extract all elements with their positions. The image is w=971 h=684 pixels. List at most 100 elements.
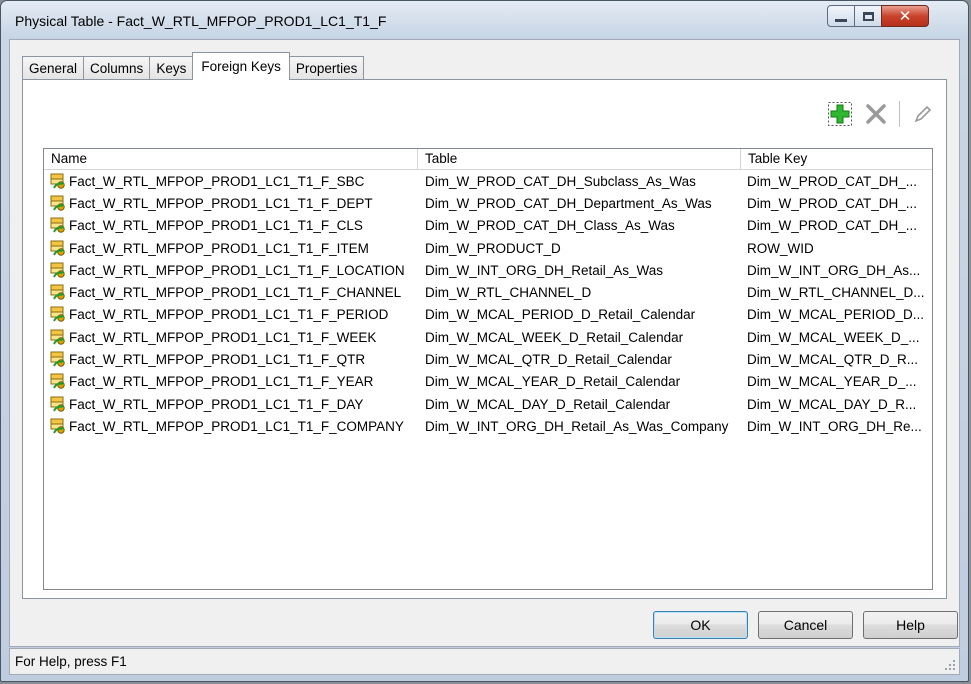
- window-title: Physical Table - Fact_W_RTL_MFPOP_PROD1_…: [15, 13, 387, 29]
- row-name-text: Fact_W_RTL_MFPOP_PROD1_LC1_T1_F_DAY: [69, 396, 364, 412]
- table-row[interactable]: Fact_W_RTL_MFPOP_PROD1_LC1_T1_F_QTR Dim_W…: [44, 348, 932, 370]
- row-name-cell: Fact_W_RTL_MFPOP_PROD1_LC1_T1_F_CHANNEL: [44, 284, 418, 301]
- table-row[interactable]: Fact_W_RTL_MFPOP_PROD1_LC1_T1_F_YEAR Dim_…: [44, 371, 932, 393]
- help-button[interactable]: Help: [863, 611, 958, 639]
- table-row[interactable]: Fact_W_RTL_MFPOP_PROD1_LC1_T1_F_SBC Dim_W…: [44, 170, 932, 192]
- row-table-key-cell: Dim_W_MCAL_QTR_D_R...: [747, 352, 919, 368]
- row-table-cell: Dim_W_PROD_CAT_DH_Department_As_Was: [425, 195, 712, 211]
- list-body: Fact_W_RTL_MFPOP_PROD1_LC1_T1_F_SBC Dim_W…: [44, 170, 932, 438]
- foreign-key-icon: [50, 240, 65, 256]
- row-name-cell: Fact_W_RTL_MFPOP_PROD1_LC1_T1_F_PERIOD: [44, 306, 418, 323]
- row-table-key-cell: Dim_W_PROD_CAT_DH_...: [747, 218, 918, 234]
- table-row[interactable]: Fact_W_RTL_MFPOP_PROD1_LC1_T1_F_COMPANY D…: [44, 415, 932, 437]
- row-table-key-cell: Dim_W_MCAL_YEAR_D_...: [747, 374, 917, 390]
- table-row[interactable]: Fact_W_RTL_MFPOP_PROD1_LC1_T1_F_DEPT Dim_…: [44, 192, 932, 214]
- row-name-cell: Fact_W_RTL_MFPOP_PROD1_LC1_T1_F_COMPANY: [44, 418, 418, 435]
- tab-general[interactable]: General: [22, 56, 85, 80]
- foreign-key-icon: [50, 418, 65, 434]
- row-table-key-cell: Dim_W_PROD_CAT_DH_...: [747, 173, 918, 189]
- row-table-key-cell: Dim_W_INT_ORG_DH_Re...: [747, 418, 922, 434]
- minimize-button[interactable]: [827, 5, 855, 27]
- toolbar-separator: [899, 101, 900, 127]
- row-name-text: Fact_W_RTL_MFPOP_PROD1_LC1_T1_F_ITEM: [69, 240, 369, 256]
- row-name-cell: Fact_W_RTL_MFPOP_PROD1_LC1_T1_F_WEEK: [44, 329, 418, 346]
- row-name-cell: Fact_W_RTL_MFPOP_PROD1_LC1_T1_F_CLS: [44, 217, 418, 234]
- maximize-button[interactable]: [854, 5, 882, 27]
- list-header: Name Table Table Key: [44, 149, 932, 170]
- table-row[interactable]: Fact_W_RTL_MFPOP_PROD1_LC1_T1_F_ITEM Dim_…: [44, 237, 932, 259]
- resize-grip-icon[interactable]: [943, 658, 957, 672]
- foreign-key-icon: [50, 262, 65, 278]
- row-name-text: Fact_W_RTL_MFPOP_PROD1_LC1_T1_F_PERIOD: [69, 307, 389, 323]
- row-name-cell: Fact_W_RTL_MFPOP_PROD1_LC1_T1_F_SBC: [44, 173, 418, 190]
- table-row[interactable]: Fact_W_RTL_MFPOP_PROD1_LC1_T1_F_CHANNEL D…: [44, 281, 932, 303]
- tab-strip: General Columns Keys Foreign Keys Properties: [22, 52, 365, 80]
- cancel-button[interactable]: Cancel: [758, 611, 853, 639]
- row-name-text: Fact_W_RTL_MFPOP_PROD1_LC1_T1_F_LOCATION: [69, 262, 405, 278]
- foreign-key-icon: [50, 373, 65, 390]
- table-row[interactable]: Fact_W_RTL_MFPOP_PROD1_LC1_T1_F_WEEK Dim_…: [44, 326, 932, 348]
- row-table-cell: Dim_W_INT_ORG_DH_Retail_As_Was: [425, 262, 664, 278]
- row-table-cell: Dim_W_PRODUCT_D: [425, 240, 561, 256]
- row-table-key-cell: Dim_W_INT_ORG_DH_As...: [747, 262, 921, 278]
- row-table-key-cell: Dim_W_MCAL_PERIOD_D...: [747, 307, 925, 323]
- row-table-cell: Dim_W_MCAL_QTR_D_Retail_Calendar: [425, 352, 672, 368]
- row-name-text: Fact_W_RTL_MFPOP_PROD1_LC1_T1_F_SBC: [69, 173, 365, 189]
- table-row[interactable]: Fact_W_RTL_MFPOP_PROD1_LC1_T1_F_PERIOD Di…: [44, 304, 932, 326]
- foreign-key-icon: [50, 217, 65, 233]
- row-table-key-cell: Dim_W_MCAL_DAY_D_R...: [747, 396, 917, 412]
- row-table-cell: Dim_W_MCAL_PERIOD_D_Retail_Calendar: [425, 307, 696, 323]
- close-button[interactable]: ✕: [881, 5, 929, 27]
- row-name-text: Fact_W_RTL_MFPOP_PROD1_LC1_T1_F_CLS: [69, 218, 363, 234]
- table-row[interactable]: Fact_W_RTL_MFPOP_PROD1_LC1_T1_F_CLS Dim_W…: [44, 215, 932, 237]
- row-name-cell: Fact_W_RTL_MFPOP_PROD1_LC1_T1_F_DEPT: [44, 195, 418, 212]
- minimize-icon: [835, 18, 847, 22]
- edit-button[interactable]: [908, 100, 938, 128]
- foreign-key-icon: [50, 329, 65, 345]
- row-name-cell: Fact_W_RTL_MFPOP_PROD1_LC1_T1_F_ITEM: [44, 240, 418, 257]
- column-header-name[interactable]: Name: [44, 149, 418, 169]
- row-table-key-cell: Dim_W_MCAL_WEEK_D_...: [747, 329, 920, 345]
- row-table-cell: Dim_W_MCAL_YEAR_D_Retail_Calendar: [425, 374, 681, 390]
- add-icon: [828, 102, 852, 126]
- row-name-cell: Fact_W_RTL_MFPOP_PROD1_LC1_T1_F_LOCATION: [44, 262, 418, 279]
- column-header-table-key[interactable]: Table Key: [741, 149, 932, 169]
- tab-keys[interactable]: Keys: [149, 56, 194, 80]
- row-table-cell: Dim_W_RTL_CHANNEL_D: [425, 285, 592, 301]
- row-name-text: Fact_W_RTL_MFPOP_PROD1_LC1_T1_F_WEEK: [69, 329, 377, 345]
- tab-properties[interactable]: Properties: [288, 56, 365, 80]
- row-table-key-cell: ROW_WID: [747, 240, 814, 256]
- tab-columns[interactable]: Columns: [83, 56, 151, 80]
- row-name-text: Fact_W_RTL_MFPOP_PROD1_LC1_T1_F_CHANNEL: [69, 285, 402, 301]
- foreign-key-icon: [50, 306, 65, 323]
- row-table-cell: Dim_W_PROD_CAT_DH_Class_As_Was: [425, 218, 675, 234]
- row-table-cell: Dim_W_MCAL_WEEK_D_Retail_Calendar: [425, 329, 684, 345]
- foreign-key-icon: [50, 396, 65, 412]
- delete-icon: [866, 104, 886, 124]
- status-text: For Help, press F1: [15, 654, 127, 669]
- title-bar[interactable]: Physical Table - Fact_W_RTL_MFPOP_PROD1_…: [1, 1, 968, 39]
- ok-button[interactable]: OK: [653, 611, 748, 639]
- row-table-cell: Dim_W_INT_ORG_DH_Retail_As_Was_Company: [425, 418, 729, 434]
- foreign-keys-list[interactable]: Name Table Table Key Fact_W_RTL_MFPOP_PROD…: [43, 148, 933, 590]
- foreign-key-icon: [50, 173, 65, 189]
- row-name-text: Fact_W_RTL_MFPOP_PROD1_LC1_T1_F_QTR: [69, 352, 366, 368]
- row-table-cell: Dim_W_PROD_CAT_DH_Subclass_As_Was: [425, 173, 696, 189]
- dialog-client-area: General Columns Keys Foreign Keys Properties: [9, 39, 960, 647]
- row-name-cell: Fact_W_RTL_MFPOP_PROD1_LC1_T1_F_QTR: [44, 351, 418, 368]
- row-name-cell: Fact_W_RTL_MFPOP_PROD1_LC1_T1_F_YEAR: [44, 373, 418, 390]
- tab-foreign-keys[interactable]: Foreign Keys: [192, 52, 290, 80]
- table-row[interactable]: Fact_W_RTL_MFPOP_PROD1_LC1_T1_F_DAY Dim_W…: [44, 393, 932, 415]
- close-icon: ✕: [898, 7, 912, 25]
- row-table-key-cell: Dim_W_RTL_CHANNEL_D...: [747, 285, 925, 301]
- column-header-table[interactable]: Table: [418, 149, 741, 169]
- foreign-key-icon: [50, 351, 65, 367]
- maximize-icon: [862, 11, 874, 21]
- foreign-key-icon: [50, 195, 65, 211]
- table-row[interactable]: Fact_W_RTL_MFPOP_PROD1_LC1_T1_F_LOCATION…: [44, 259, 932, 281]
- row-name-text: Fact_W_RTL_MFPOP_PROD1_LC1_T1_F_DEPT: [69, 195, 373, 211]
- delete-button[interactable]: [861, 100, 891, 128]
- dialog-window: Physical Table - Fact_W_RTL_MFPOP_PROD1_…: [0, 0, 969, 682]
- add-button[interactable]: [825, 100, 855, 128]
- status-bar: For Help, press F1: [9, 648, 960, 675]
